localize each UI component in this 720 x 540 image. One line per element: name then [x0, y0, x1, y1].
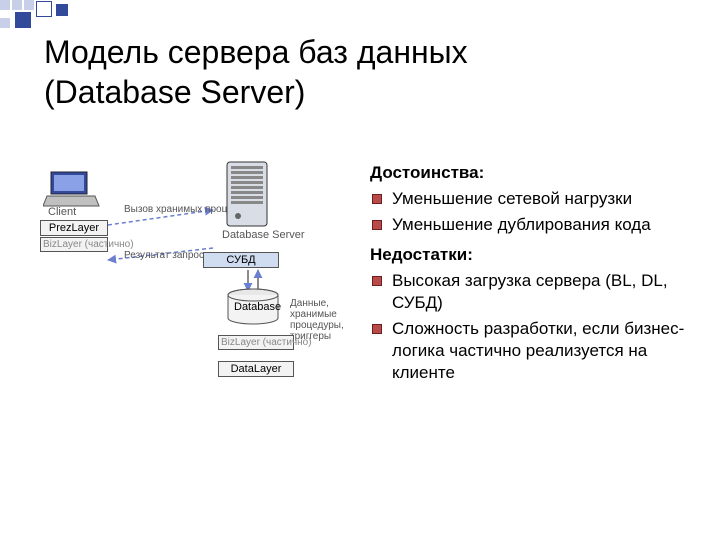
database-label: Database	[234, 302, 281, 313]
biz-layer-server-box: BizLayer (частично)	[218, 335, 294, 350]
bullet-icon	[372, 220, 382, 230]
database-contents-label: Данные, хранимые процедуры, триггеры	[290, 298, 350, 342]
list-item: Высокая загрузка сервера (BL, DL, СУБД)	[370, 270, 700, 314]
pros-header: Достоинства:	[370, 162, 700, 184]
laptop-icon	[43, 170, 103, 210]
title-line-2: (Database Server)	[44, 74, 305, 110]
architecture-diagram: Client PrezLayer BizLayer (частично) Выз…	[28, 170, 348, 430]
cons-header: Недостатки:	[370, 244, 700, 266]
subd-box: СУБД	[203, 252, 279, 268]
list-item: Уменьшение сетевой нагрузки	[370, 188, 700, 210]
result-label: Результат запроса	[124, 250, 210, 261]
prez-layer-box: PrezLayer	[40, 220, 108, 236]
slide-title: Модель сервера баз данных (Database Serv…	[44, 32, 468, 112]
server-icon	[223, 160, 271, 230]
server-label: Database Server	[222, 230, 305, 241]
biz-layer-client-box: BizLayer (частично)	[40, 237, 108, 252]
data-layer-box: DataLayer	[218, 361, 294, 377]
bullet-icon	[372, 324, 382, 334]
text-content: Достоинства: Уменьшение сетевой нагрузки…	[370, 158, 700, 384]
title-line-1: Модель сервера баз данных	[44, 34, 468, 70]
client-label: Client	[48, 207, 76, 218]
corner-decoration	[0, 0, 160, 30]
bullet-icon	[372, 276, 382, 286]
bullet-icon	[372, 194, 382, 204]
list-item: Сложность разработки, если бизнес-логика…	[370, 318, 700, 384]
list-item: Уменьшение дублирования кода	[370, 214, 700, 236]
